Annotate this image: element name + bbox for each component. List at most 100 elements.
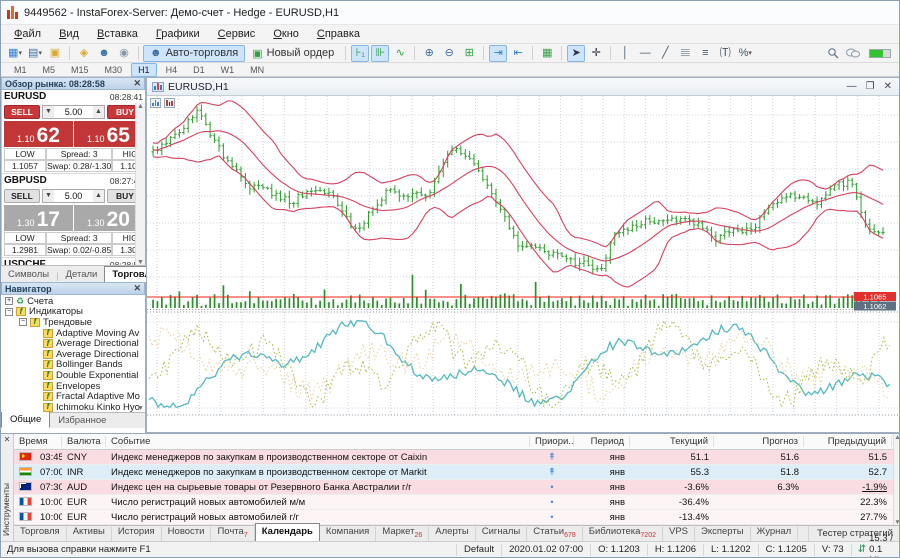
minimize-icon[interactable]: — — [847, 81, 857, 92]
volume-stepper[interactable]: ▼5.00▲ — [42, 189, 105, 203]
chart-shift-button[interactable]: ⇤ — [509, 45, 527, 62]
tab-details[interactable]: Детали — [59, 267, 105, 282]
channel-button[interactable]: ≡ — [696, 45, 714, 62]
tab-news[interactable]: Новости — [162, 524, 212, 541]
tab-mail[interactable]: Почта7 — [211, 524, 254, 541]
scroll-down-icon[interactable]: ▼ — [137, 405, 144, 412]
tree-item-indicator[interactable]: fEnvelopes — [1, 381, 145, 392]
tab-alerts[interactable]: Алерты — [429, 524, 475, 541]
crosshair-button[interactable]: ✛ — [587, 45, 605, 62]
fibonacci-button[interactable]: 𝄙 — [676, 45, 694, 62]
zoom-out-button[interactable]: ⊖ — [440, 45, 458, 62]
profiles-button[interactable]: ▤▾ — [26, 45, 44, 62]
tree-item-indicator[interactable]: fAverage Directional — [1, 338, 145, 349]
calendar-scrollbar[interactable]: ▲▼ — [893, 434, 900, 526]
menu-insert[interactable]: Вставка — [88, 26, 147, 42]
tf-m30[interactable]: M30 — [98, 63, 130, 77]
volume-down-icon[interactable]: ▼ — [43, 190, 54, 202]
menu-window[interactable]: Окно — [264, 26, 308, 42]
collapse-icon[interactable]: − — [19, 318, 27, 326]
cursor-button[interactable]: ➤ — [567, 45, 585, 62]
status-profile[interactable]: Default — [456, 544, 501, 556]
tab-history[interactable]: История — [112, 524, 162, 541]
volume-stepper[interactable]: ▼5.00▲ — [42, 105, 105, 119]
auto-trading-button[interactable]: ☻ Авто-торговля — [143, 45, 245, 62]
bar-chart-button[interactable]: ⊦₁ — [351, 45, 369, 62]
price-chart[interactable]: 1.10651.1062 — [147, 96, 900, 432]
bid-price[interactable]: 1.1062 — [4, 121, 73, 147]
tab-common[interactable]: Общие — [1, 411, 50, 428]
deposit-button[interactable]: ▣ — [46, 45, 64, 62]
tree-item-indicators[interactable]: −fИндикаторы — [1, 307, 145, 318]
calendar-row[interactable]: 10:00 EUR Число регистраций новых автомо… — [14, 510, 894, 525]
tab-calendar[interactable]: Календарь — [255, 523, 320, 542]
sell-button[interactable]: SELL — [4, 105, 40, 119]
trendline-button[interactable]: ╱ — [656, 45, 674, 62]
chart-title-bar[interactable]: EURUSD,H1 — ❐ ✕ — [147, 78, 900, 96]
ask-price[interactable]: 1.1065 — [74, 121, 143, 147]
volume-up-icon[interactable]: ▲ — [93, 190, 104, 202]
tab-signals[interactable]: Сигналы — [476, 524, 528, 541]
bid-price[interactable]: 1.3017 — [4, 205, 73, 231]
webinar-icon[interactable]: ◉ — [115, 45, 133, 62]
tree-item-indicator[interactable]: fAverage Directional — [1, 349, 145, 360]
volume-up-icon[interactable]: ▲ — [93, 106, 104, 118]
tree-item-trend[interactable]: −fТрендовые — [1, 317, 145, 328]
close-icon[interactable]: ✕ — [133, 283, 141, 294]
text-label-button[interactable]: 🄣 — [716, 45, 734, 62]
calendar-header-row[interactable]: Время Валюта Событие Приори... Период Те… — [14, 434, 894, 450]
volume-down-icon[interactable]: ▼ — [43, 106, 54, 118]
new-chart-button[interactable]: ▦▾ — [6, 45, 24, 62]
tf-h1[interactable]: H1 — [131, 63, 157, 77]
search-icon[interactable] — [824, 45, 842, 62]
menu-charts[interactable]: Графики — [147, 26, 209, 42]
close-icon[interactable]: ✕ — [1, 434, 13, 444]
tree-item-indicator[interactable]: fBollinger Bands — [1, 360, 145, 371]
scroll-up-icon[interactable]: ▲ — [894, 434, 900, 441]
expand-icon[interactable]: + — [5, 297, 13, 305]
vertical-line-button[interactable]: │ — [616, 45, 634, 62]
menu-tools[interactable]: Сервис — [209, 26, 265, 42]
calendar-row[interactable]: 03:45 CNY Индекс менеджеров по закупкам … — [14, 450, 894, 465]
candlestick-chart-button[interactable]: ⊪ — [371, 45, 389, 62]
zoom-in-button[interactable]: ⊕ — [420, 45, 438, 62]
line-chart-button[interactable]: ∿ — [391, 45, 409, 62]
templates-button[interactable]: ▦ — [538, 45, 556, 62]
tab-codebase[interactable]: Библиотека7202 — [583, 524, 663, 541]
close-icon[interactable]: ✕ — [133, 78, 141, 89]
one-click-trading-widget[interactable] — [150, 98, 175, 108]
ask-price[interactable]: 1.3020 — [74, 205, 143, 231]
history-center-icon[interactable]: ◈ — [75, 45, 93, 62]
arrows-button[interactable]: %▾ — [736, 45, 754, 62]
tab-symbols[interactable]: Символы — [1, 267, 56, 282]
calendar-row[interactable]: 07:30 AUD Индекс цен на сырьевые товары … — [14, 480, 894, 495]
tile-windows-button[interactable]: ⊞ — [460, 45, 478, 62]
tf-m1[interactable]: M1 — [7, 63, 34, 77]
tree-item-indicator[interactable]: fFractal Adaptive Mo — [1, 391, 145, 402]
menu-help[interactable]: Справка — [308, 26, 369, 42]
tab-assets[interactable]: Активы — [67, 524, 112, 541]
calendar-row[interactable]: 10:00 EUR Число регистраций новых автомо… — [14, 495, 894, 510]
market-watch-scrollbar[interactable]: ▲▼ — [135, 103, 145, 266]
collapse-icon[interactable]: − — [5, 308, 13, 316]
auto-scroll-button[interactable]: ⇥ — [489, 45, 507, 62]
tree-item-indicator[interactable]: fAdaptive Moving Av — [1, 328, 145, 339]
tab-market[interactable]: Маркет26 — [376, 524, 429, 541]
tf-w1[interactable]: W1 — [214, 63, 242, 77]
scroll-up-icon[interactable]: ▲ — [137, 103, 144, 110]
tab-company[interactable]: Компания — [320, 524, 376, 541]
tab-vps[interactable]: VPS — [663, 524, 695, 541]
tf-m15[interactable]: M15 — [64, 63, 96, 77]
maximize-icon[interactable]: ❐ — [866, 81, 875, 92]
horizontal-line-button[interactable]: — — [636, 45, 654, 62]
chart-canvas[interactable]: 1.10651.1062 — [147, 96, 900, 432]
tree-item-indicator[interactable]: fDouble Exponential — [1, 370, 145, 381]
one-click-trading-icon[interactable] — [150, 98, 161, 108]
tree-item-indicator[interactable]: fIchimoku Kinko Hyo — [1, 402, 145, 412]
community-icon[interactable]: ☻ — [95, 45, 113, 62]
menu-file[interactable]: Файл — [5, 26, 50, 42]
calendar-row[interactable]: 07:00 INR Индекс менеджеров по закупкам … — [14, 465, 894, 480]
new-order-button[interactable]: ▣ Новый ордер — [245, 45, 341, 62]
close-icon[interactable]: ✕ — [884, 81, 892, 92]
tf-h4[interactable]: H4 — [159, 63, 185, 77]
